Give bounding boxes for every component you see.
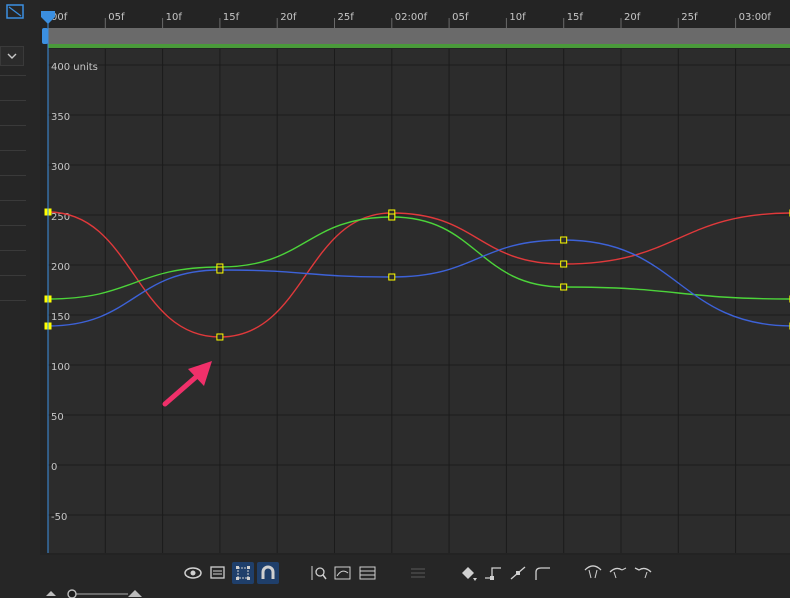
y-axis-label: 100 xyxy=(51,362,70,373)
easy-ease-in-icon[interactable] xyxy=(607,562,629,584)
ruler-label: 15f xyxy=(223,12,240,23)
grid xyxy=(47,49,790,553)
easy-ease-icon[interactable] xyxy=(532,562,554,584)
keyframe[interactable] xyxy=(560,283,568,291)
graph-editor: 00f 05f 10f 15f 20f 25f 02:00f 05f 10f 15f 20f 25f 0… xyxy=(0,0,790,598)
easy-ease-both-icon[interactable] xyxy=(582,562,604,584)
ruler-label: 15f xyxy=(567,12,584,23)
y-axis-label: 400 units xyxy=(51,62,98,73)
ruler-label: 20f xyxy=(624,12,641,23)
ruler-label: 05f xyxy=(108,12,125,23)
keyframe-icon[interactable] xyxy=(457,562,479,584)
keyframe[interactable] xyxy=(560,260,568,268)
ruler-labels: 00f 05f 10f 15f 20f 25f 02:00f 05f 10f 15f 20f 25f 0… xyxy=(47,12,772,28)
keyframe[interactable] xyxy=(560,236,568,244)
y-axis-label: 150 xyxy=(51,312,70,323)
y-axis-label: -50 xyxy=(51,512,67,523)
separate-dimensions-icon xyxy=(407,562,429,584)
ruler-label: 25f xyxy=(338,12,355,23)
ruler-label: 02:00f xyxy=(395,12,428,23)
keyframe[interactable] xyxy=(388,213,396,221)
list-icon[interactable] xyxy=(207,562,229,584)
snap-icon[interactable] xyxy=(257,562,279,584)
easy-ease-out-icon[interactable] xyxy=(632,562,654,584)
fit-graph-icon[interactable] xyxy=(357,562,379,584)
keyframe[interactable] xyxy=(216,333,224,341)
y-axis-label: 200 xyxy=(51,262,70,273)
keyframe[interactable] xyxy=(388,273,396,281)
ruler-label: 10f xyxy=(166,12,183,23)
keyframe[interactable] xyxy=(216,266,224,274)
hold-icon[interactable] xyxy=(482,562,504,584)
ruler-label: 10f xyxy=(509,12,526,23)
y-axis-label: 0 xyxy=(51,462,57,473)
ruler-label: 25f xyxy=(681,12,698,23)
transform-box-icon[interactable] xyxy=(232,562,254,584)
eye-icon[interactable] xyxy=(182,562,204,584)
fit-all-icon[interactable] xyxy=(332,562,354,584)
ruler-label: 05f xyxy=(452,12,469,23)
graph-canvas[interactable]: 00f 05f 10f 15f 20f 25f 02:00f 05f 10f 15f 20f 25f 0… xyxy=(0,0,790,598)
ruler-label: 03:00f xyxy=(739,12,772,23)
y-axis-label: 350 xyxy=(51,112,70,123)
ruler-label: 20f xyxy=(280,12,297,23)
fit-selection-icon[interactable] xyxy=(307,562,329,584)
y-axis-label: 50 xyxy=(51,412,64,423)
linear-icon[interactable] xyxy=(507,562,529,584)
y-axis-label: 300 xyxy=(51,162,70,173)
zoom-slider[interactable] xyxy=(44,588,154,598)
